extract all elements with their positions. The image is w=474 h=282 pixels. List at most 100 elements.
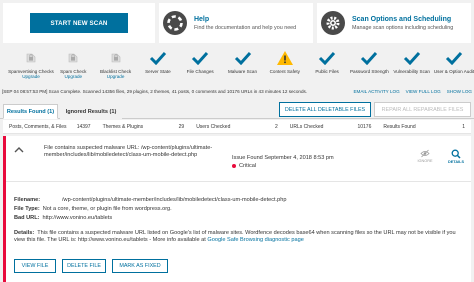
ignore-action[interactable]: IGNORE — [411, 149, 439, 163]
scan-status-message: [SEP 04 08:57:53 PM] Scan Complete. Scan… — [2, 89, 308, 94]
bad-url-value: http://www.vonino.eu/tablets — [42, 215, 113, 221]
critical-dot-icon — [232, 164, 236, 168]
locked-upgrade-icon — [8, 48, 54, 68]
summary-value: 29 — [178, 123, 185, 130]
checkmark-icon — [177, 48, 223, 68]
scan-step: Vulnerability Scan — [389, 48, 435, 74]
severity-label: Critical — [239, 163, 257, 169]
help-card-title[interactable]: Help — [194, 16, 296, 23]
summary-cell: Posts, Comments, & Files 14397 — [3, 124, 97, 130]
bad-url-label: Bad URL: — [14, 215, 40, 221]
scan-step: Public Files — [304, 48, 350, 74]
scan-step-label: Malware Scan — [227, 69, 258, 74]
summary-value: 10176 — [357, 123, 372, 130]
scan-options-subtitle: Manage scan options including scheduling — [351, 24, 454, 31]
help-card-subtitle: Find the documentation and help you need — [193, 24, 297, 31]
scan-step: Password Strength — [346, 48, 392, 74]
warning-icon — [262, 48, 308, 68]
summary-label: Themes & Plugins — [102, 123, 144, 130]
delete-file-button[interactable]: DELETE FILE — [62, 259, 106, 273]
search-icon — [451, 149, 461, 159]
details-label: DETAILS — [448, 160, 464, 164]
summary-label: Users Checked — [196, 123, 231, 130]
details-action[interactable]: DETAILS — [442, 149, 470, 164]
upgrade-link[interactable]: Upgrade — [93, 74, 139, 79]
summary-cell: URLs Checked 10176 — [284, 124, 378, 130]
locked-upgrade-icon — [50, 48, 96, 68]
filename-value: /wp-content/plugins/ultimate-member/incl… — [62, 197, 287, 203]
scan-step: File Changes — [177, 48, 223, 74]
ignore-label: IGNORE — [417, 159, 433, 163]
upgrade-link[interactable]: Upgrade — [8, 74, 54, 79]
summary-cell: Themes & Plugins 29 — [97, 124, 191, 130]
filename-row: Filename: /wp-content/plugins/ultimate-me… — [14, 197, 286, 204]
checkmark-icon — [346, 48, 392, 68]
filename-label: Filename: — [14, 197, 41, 203]
scan-step: Spamvertising Checks Upgrade — [8, 48, 54, 79]
issue-header[interactable]: File contains suspected malware URL: /wp… — [6, 136, 471, 182]
scan-step-label: File Changes — [186, 69, 214, 74]
scan-step-label: Content Safety — [269, 69, 300, 74]
scan-options-title[interactable]: Scan Options and Scheduling — [352, 16, 453, 23]
results-summary: Posts, Comments, & Files 14397 Themes & P… — [3, 120, 471, 134]
issue-panel: File contains suspected malware URL: /wp… — [3, 136, 471, 282]
tab-ignored-results[interactable]: Ignored Results (1) — [60, 104, 122, 119]
issue-actions: VIEW FILE DELETE FILE MARK AS FIXED — [14, 259, 168, 273]
checkmark-icon — [389, 48, 435, 68]
issue-found-date: Issue Found September 4, 2018 8:53 pm — [232, 155, 334, 161]
delete-all-deletable-button[interactable]: DELETE ALL DELETABLE FILES — [279, 102, 371, 117]
scan-options-card[interactable]: Scan Options and Scheduling Manage scan … — [316, 3, 471, 43]
filetype-label: File Type: — [14, 206, 40, 212]
top-cards: START NEW SCAN Help Find the documentati… — [0, 0, 474, 44]
scan-step-label: User & Option Audit — [433, 69, 474, 74]
tab-results-found[interactable]: Results Found (1) — [3, 104, 58, 119]
locked-upgrade-icon — [93, 48, 139, 68]
scan-step: Spam Check Upgrade — [50, 48, 96, 79]
bad-url-row: Bad URL: http://www.vonino.eu/tablets — [14, 215, 112, 222]
summary-value: 14397 — [76, 123, 91, 130]
results-tabs: Results Found (1) Ignored Results (1) DE… — [0, 101, 474, 119]
issue-severity: Critical — [232, 163, 256, 169]
help-card[interactable]: Help Find the documentation and help you… — [158, 3, 313, 43]
details-row: Details: This file contains a suspected m… — [14, 230, 464, 244]
summary-value: 1 — [462, 123, 465, 130]
summary-label: Results Found — [383, 123, 416, 130]
start-new-scan-button[interactable]: START NEW SCAN — [29, 13, 128, 33]
scan-step-label: Password Strength — [349, 69, 389, 74]
issue-title: File contains suspected malware URL: /wp… — [44, 145, 213, 158]
upgrade-link[interactable]: Upgrade — [50, 74, 96, 79]
scan-step: User & Option Audit — [431, 48, 474, 74]
scan-step: Blacklist Check Upgrade — [93, 48, 139, 79]
scan-status-line: [SEP 04 08:57:53 PM] Scan Complete. Scan… — [2, 89, 472, 97]
help-lifebuoy-icon — [162, 11, 187, 35]
scan-step-label: Vulnerability Scan — [393, 69, 430, 74]
summary-label: URLs Checked — [289, 123, 324, 130]
filetype-row: File Type: Not a core, theme, or plugin f… — [14, 206, 172, 213]
scan-step: Content Safety — [262, 48, 308, 74]
gear-icon — [320, 11, 345, 35]
email-activity-log-link[interactable]: EMAIL ACTIVITY LOG — [353, 89, 399, 97]
scan-step-label: Public Files — [315, 69, 339, 74]
filetype-value: Not a core, theme, or plugin file from w… — [42, 206, 172, 212]
repair-all-repairable-button[interactable]: REPAIR ALL REPAIRABLE FILES — [374, 102, 471, 117]
view-file-button[interactable]: VIEW FILE — [14, 259, 56, 273]
checkmark-icon — [304, 48, 350, 68]
chevron-up-icon[interactable] — [14, 146, 24, 156]
scan-step: Server State — [135, 48, 181, 74]
view-full-log-link[interactable]: VIEW FULL LOG — [406, 89, 441, 97]
summary-label: Posts, Comments, & Files — [9, 123, 67, 130]
scan-step-label: Server State — [145, 69, 171, 74]
checkmark-icon — [135, 48, 181, 68]
details-head: Details: — [14, 230, 35, 236]
checkmark-icon — [220, 48, 266, 68]
checkmark-icon — [431, 48, 474, 68]
start-scan-card: START NEW SCAN — [3, 3, 155, 43]
summary-cell: Users Checked 2 — [190, 124, 284, 130]
show-log-link[interactable]: SHOW LOG — [447, 89, 472, 97]
safe-browsing-link[interactable]: Google Safe Browsing diagnostic page — [207, 237, 303, 243]
summary-value: 2 — [275, 123, 278, 130]
mark-as-fixed-button[interactable]: MARK AS FIXED — [112, 259, 168, 273]
scan-step: Malware Scan — [220, 48, 266, 74]
summary-cell: Results Found 1 — [377, 124, 471, 130]
eye-slash-icon — [420, 149, 430, 158]
